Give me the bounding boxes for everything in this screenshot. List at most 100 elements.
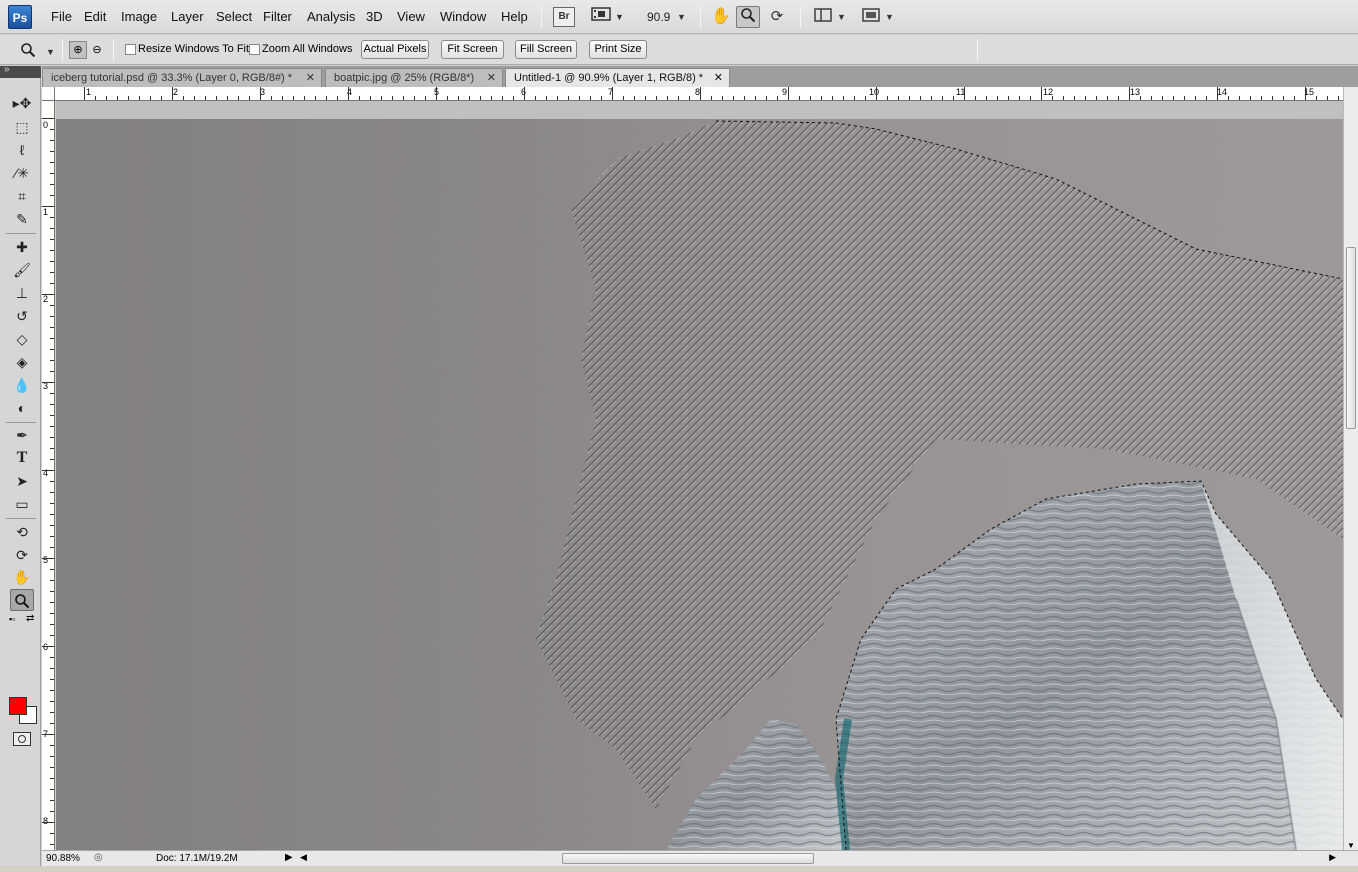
magic-wand-tool-icon[interactable]: ⁄✳ (10, 162, 34, 184)
ruler-tick (50, 404, 54, 405)
menu-filter[interactable]: Filter (263, 9, 292, 24)
resize-windows-label: Resize Windows To Fit (138, 43, 250, 55)
type-tool-icon[interactable]: T (10, 447, 34, 469)
dodge-tool-icon[interactable]: ◐ (10, 397, 34, 419)
rotate-icon[interactable]: ⟳ (766, 6, 788, 28)
clone-stamp-tool-icon[interactable]: ⊥ (10, 282, 34, 304)
paint-bucket-tool-icon[interactable]: ◈ (10, 351, 34, 373)
eraser-tool-icon[interactable]: ◇ (10, 328, 34, 350)
menu-window[interactable]: Window (440, 9, 486, 24)
actual-pixels-button[interactable]: Actual Pixels (361, 40, 429, 59)
pen-tool-icon[interactable]: ✒ (10, 424, 34, 446)
ruler-tick (1217, 87, 1218, 100)
tab-untitled-1[interactable]: Untitled-1 @ 90.9% (Layer 1, RGB/8) * ✕ (505, 68, 730, 87)
swap-colors-icon[interactable]: ⇄ (26, 613, 34, 624)
crop-tool-icon[interactable]: ⌗ (10, 185, 34, 207)
zoom-icon[interactable] (736, 6, 760, 28)
status-menu-arrow-icon[interactable]: ▶ (285, 852, 293, 863)
hand-tool-icon[interactable]: ✋ (10, 566, 34, 588)
chevron-down-icon[interactable]: ▼ (46, 47, 55, 57)
ruler-tick (50, 437, 54, 438)
tab-boatpic[interactable]: boatpic.jpg @ 25% (RGB/8*) ✕ (325, 68, 503, 87)
3d-rotate-tool-icon[interactable]: ⟲ (10, 521, 34, 543)
close-icon[interactable]: ✕ (714, 69, 723, 87)
menu-image[interactable]: Image (121, 9, 157, 24)
menu-view[interactable]: View (397, 9, 425, 24)
ruler-tick (50, 591, 54, 592)
quick-mask-icon[interactable] (13, 732, 31, 746)
brush-tool-icon[interactable]: 🖌 (10, 259, 34, 281)
marquee-tool-icon[interactable]: ⬚ (10, 116, 34, 138)
screen-mode-icon[interactable] (861, 6, 881, 28)
3d-orbit-tool-icon[interactable]: ⟳ (10, 544, 34, 566)
ruler-tick (788, 87, 789, 100)
ruler-tick (1129, 87, 1130, 100)
vertical-scrollbar[interactable]: ▼ (1343, 87, 1358, 850)
film-icon[interactable] (590, 6, 612, 28)
photoshop-logo[interactable]: Ps (8, 5, 32, 29)
history-brush-tool-icon[interactable]: ↺ (10, 305, 34, 327)
print-size-button[interactable]: Print Size (589, 40, 647, 59)
chevron-down-icon[interactable]: ▼ (837, 12, 846, 22)
menu-3d[interactable]: 3D (366, 9, 383, 24)
ruler-tick (898, 96, 899, 100)
close-icon[interactable]: ✕ (487, 69, 496, 87)
menu-select[interactable]: Select (216, 9, 252, 24)
vertical-scrollbar-thumb[interactable] (1346, 247, 1356, 429)
horizontal-scrollbar-thumb[interactable] (562, 853, 814, 864)
ruler-tick (370, 96, 371, 100)
menu-edit[interactable]: Edit (84, 9, 106, 24)
zoom-in-button[interactable]: ⊕ (69, 41, 87, 59)
horizontal-scrollbar[interactable]: ◀ ▶ (298, 852, 1338, 865)
close-icon[interactable]: ✕ (306, 69, 315, 87)
bridge-icon[interactable]: Br (553, 7, 575, 27)
zoom-out-button[interactable]: ⊖ (88, 41, 106, 59)
zoom-all-windows-checkbox[interactable] (249, 44, 260, 55)
separator (700, 6, 701, 28)
ruler-tick (50, 184, 54, 185)
ruler-tick (50, 151, 54, 152)
ruler-tick (744, 96, 745, 100)
zoom-percentage[interactable]: 90.88% (46, 853, 80, 864)
hand-icon[interactable]: ✋ (710, 6, 732, 28)
tab-iceberg-tutorial[interactable]: iceberg tutorial.psd @ 33.3% (Layer 0, R… (42, 68, 322, 87)
rectangle-tool-icon[interactable]: ▭ (10, 493, 34, 515)
menu-file[interactable]: File (51, 9, 72, 24)
path-selection-tool-icon[interactable]: ➤ (10, 470, 34, 492)
lasso-tool-icon[interactable]: ℓ (10, 139, 34, 161)
blur-tool-icon[interactable]: 💧 (10, 374, 34, 396)
healing-brush-tool-icon[interactable]: ✚ (10, 236, 34, 258)
document-canvas[interactable] (56, 101, 1343, 850)
chevron-down-icon[interactable]: ▼ (885, 12, 894, 22)
chevron-down-icon[interactable]: ▼ (615, 12, 624, 22)
fit-screen-button[interactable]: Fit Screen (441, 40, 504, 59)
move-tool-icon[interactable]: ▸✥ (10, 92, 34, 114)
ruler-tick (42, 646, 54, 647)
fill-screen-button[interactable]: Fill Screen (515, 40, 577, 59)
zoom-level-combo[interactable]: 90.9 ▼ (637, 8, 689, 26)
zoom-options-icon[interactable]: ◎ (94, 852, 103, 863)
menu-help[interactable]: Help (501, 9, 528, 24)
ruler-tick (50, 811, 54, 812)
resize-windows-checkbox[interactable] (125, 44, 136, 55)
vertical-ruler[interactable]: 0 1 2 3 4 5 6 7 8 (42, 101, 55, 850)
menu-analysis[interactable]: Analysis (307, 9, 355, 24)
scroll-left-icon[interactable]: ◀ (300, 852, 307, 863)
menu-layer[interactable]: Layer (171, 9, 204, 24)
foreground-color-swatch[interactable] (9, 697, 27, 715)
horizontal-ruler[interactable]: 1 2 3 4 5 6 7 8 9 10 11 12 13 14 15 (55, 87, 1343, 101)
ruler-tick (876, 87, 877, 100)
default-colors-icon[interactable]: ▪▫ (9, 614, 15, 624)
ruler-tick (95, 96, 96, 100)
ruler-tick (50, 492, 54, 493)
collapse-icon[interactable]: » (4, 64, 10, 75)
tools-panel-header[interactable]: » (0, 64, 41, 78)
ruler-origin[interactable] (42, 87, 55, 101)
scroll-right-icon[interactable]: ▶ (1329, 852, 1336, 863)
zoom-all-windows-label: Zoom All Windows (262, 43, 353, 55)
eyedropper-tool-icon[interactable]: ✎ (10, 208, 34, 230)
scroll-down-icon[interactable]: ▼ (1347, 841, 1355, 850)
arrange-icon[interactable] (813, 6, 833, 28)
zoom-tool-icon[interactable] (10, 589, 34, 611)
zoom-tool-preset-icon[interactable] (20, 42, 36, 61)
